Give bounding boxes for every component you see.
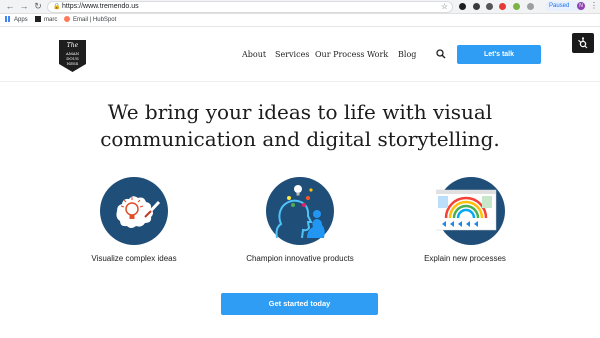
hero-heading-line: We bring your ideas to life with visual	[107, 100, 493, 124]
lightbulb-icon	[100, 177, 168, 245]
nav-work[interactable]: Work	[367, 50, 388, 60]
feature-label: Champion innovative products	[246, 254, 354, 263]
menu-kebab-icon[interactable]: ⋮	[590, 1, 598, 10]
logo-text: NESS	[66, 61, 79, 66]
lets-talk-button[interactable]: Let's talk	[457, 45, 541, 64]
bookmark-marc[interactable]: marc	[35, 14, 57, 26]
extension-icon[interactable]	[499, 3, 506, 10]
folder-icon	[35, 16, 41, 22]
address-bar[interactable]: 🔒 https://www.tremendo.us ☆	[47, 1, 453, 13]
browser-toolbar: ← → ↻ 🔒 https://www.tremendo.us ☆ Paused…	[0, 0, 600, 14]
feature-label: Visualize complex ideas	[91, 254, 177, 263]
lock-icon: 🔒	[53, 4, 61, 10]
address-url: https://www.tremendo.us	[62, 3, 139, 10]
back-icon[interactable]: ←	[5, 1, 15, 11]
hubspot-icon	[64, 16, 70, 22]
header-divider	[0, 81, 600, 82]
bookmark-label: Email | HubSpot	[73, 17, 117, 23]
bookmark-star-icon[interactable]: ☆	[441, 2, 448, 12]
avatar: N	[577, 2, 585, 10]
forward-icon[interactable]: →	[19, 1, 29, 11]
nav-our-process[interactable]: Our Process	[315, 50, 365, 60]
nav-about[interactable]: About	[242, 50, 266, 60]
search-icon[interactable]	[436, 49, 446, 59]
bookmark-email-hubspot[interactable]: Email | HubSpot	[64, 14, 116, 26]
profile-status: Paused	[549, 3, 570, 9]
process-diagram-icon	[436, 177, 505, 245]
logo-text: The	[66, 42, 79, 49]
nav-blog[interactable]: Blog	[398, 50, 416, 60]
bookmarks-bar: Apps marc Email | HubSpot	[0, 14, 600, 27]
extension-icon[interactable]	[459, 3, 466, 10]
feature-label: Explain new processes	[424, 254, 506, 263]
extension-icon[interactable]	[473, 3, 480, 10]
extension-icon[interactable]	[513, 3, 520, 10]
bookmark-apps[interactable]: Apps	[5, 14, 28, 26]
apps-grid-icon	[5, 16, 11, 22]
extension-icon[interactable]	[527, 3, 534, 10]
hubspot-chat-tab[interactable]	[572, 33, 594, 53]
profile-button[interactable]: Paused N	[545, 1, 586, 11]
reload-icon[interactable]: ↻	[33, 1, 43, 11]
extension-icon[interactable]	[486, 3, 493, 10]
head-ideas-icon	[266, 177, 334, 245]
hero-heading: We bring your ideas to life with visual …	[40, 99, 560, 153]
bookmark-label: Apps	[14, 17, 28, 23]
get-started-button[interactable]: Get started today	[221, 293, 378, 315]
bookmark-label: marc	[44, 17, 58, 23]
nav-services[interactable]: Services	[275, 50, 309, 60]
hero-heading-line: communication and digital storytelling.	[100, 127, 500, 151]
hubspot-sprocket-icon	[578, 37, 588, 49]
site-logo[interactable]: The AMAN DOUS NESS	[59, 40, 86, 72]
